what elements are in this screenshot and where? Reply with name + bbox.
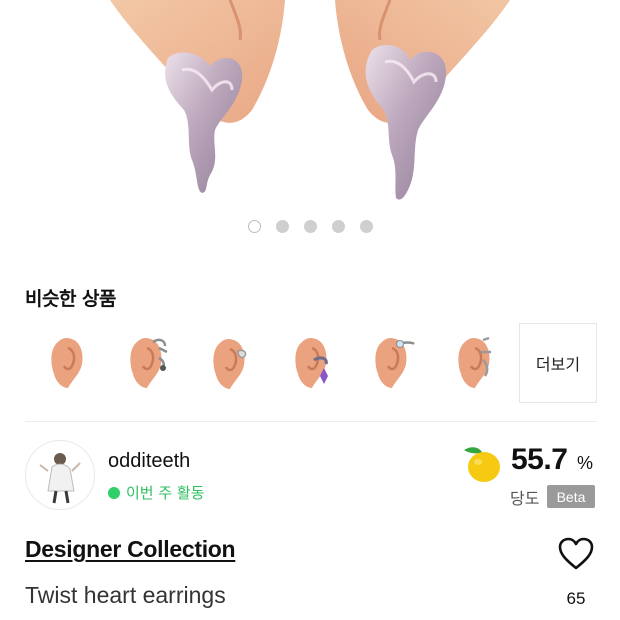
seller-avatar[interactable] <box>25 440 95 510</box>
similar-product-item[interactable] <box>107 322 189 404</box>
section-divider <box>25 421 597 422</box>
similar-product-item[interactable] <box>271 322 353 404</box>
similar-product-item[interactable] <box>353 322 435 404</box>
seller-name[interactable]: odditeeth <box>108 450 190 473</box>
sweetness-value: 55.7 <box>511 443 568 476</box>
carousel-dot-5[interactable] <box>359 220 373 233</box>
similar-product-item[interactable] <box>189 322 271 404</box>
product-image[interactable] <box>0 0 620 210</box>
seller-activity-status: 이번 주 활동 <box>108 482 205 503</box>
carousel-dot-1[interactable] <box>247 220 261 233</box>
beta-badge: Beta <box>547 485 595 508</box>
carousel-dot-3[interactable] <box>303 220 317 233</box>
online-dot-icon <box>108 486 120 499</box>
seller-activity-label: 이번 주 활동 <box>126 484 205 502</box>
more-similar-button[interactable]: 더보기 <box>519 323 597 403</box>
carousel-dot-2[interactable] <box>275 220 289 233</box>
similar-product-item[interactable] <box>435 322 517 404</box>
similar-product-item[interactable] <box>25 322 107 404</box>
similar-products-row: 더보기 <box>25 322 597 404</box>
carousel-dot-4[interactable] <box>331 220 345 233</box>
product-title: Twist heart earrings <box>25 582 226 608</box>
carousel-indicator[interactable] <box>0 220 620 234</box>
sweetness-unit: % <box>577 453 594 473</box>
heart-icon[interactable] <box>558 537 594 571</box>
similar-products-title: 비슷한 상품 <box>25 288 117 310</box>
yellow-apple-icon <box>460 444 502 484</box>
sweetness-label: 당도 <box>510 489 540 508</box>
brand-link[interactable]: Designer Collection <box>25 536 236 563</box>
like-count: 65 <box>566 589 586 608</box>
